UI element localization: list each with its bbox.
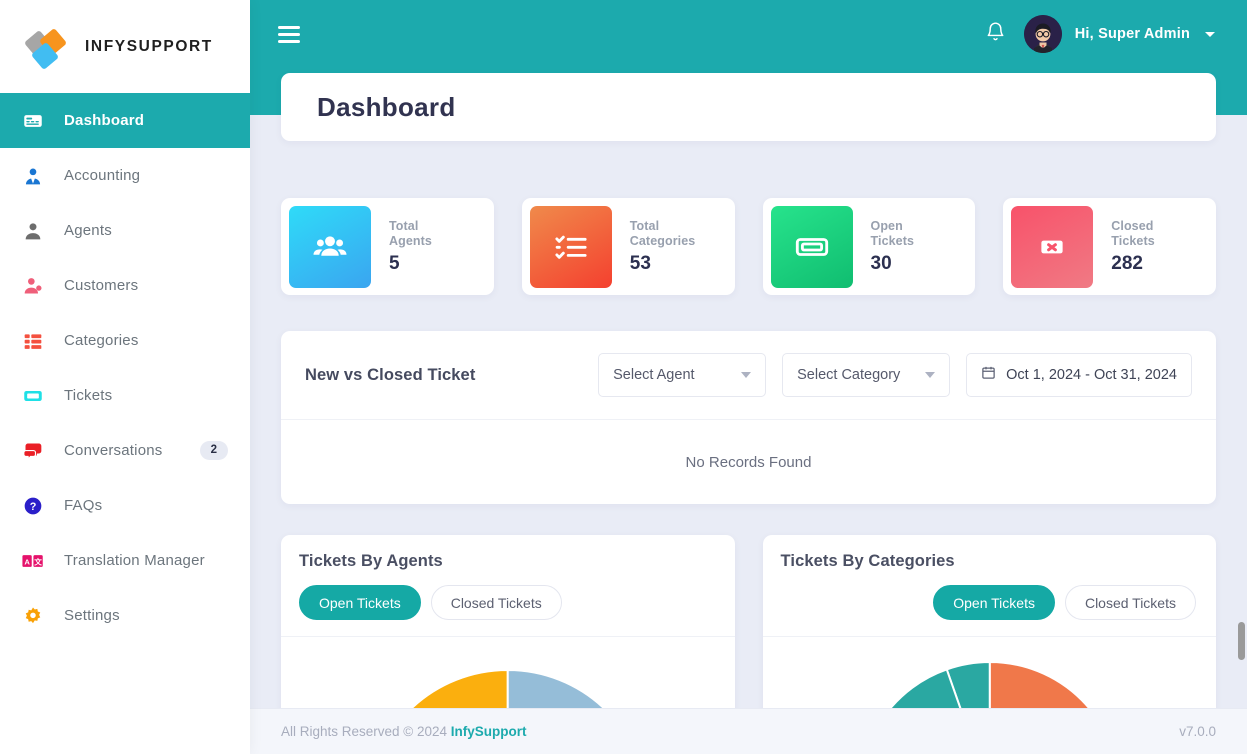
caret-down-icon	[741, 372, 752, 378]
stat-label: Closed Tickets	[1111, 218, 1155, 249]
main-area: Hi, Super Admin Dashboard Total Agents 5…	[250, 0, 1247, 754]
conversations-icon	[22, 440, 44, 462]
sidebar-item-label: Categories	[64, 332, 139, 349]
stat-value: 5	[389, 252, 400, 274]
tab-open-tickets-categories[interactable]: Open Tickets	[933, 585, 1055, 620]
chart-cards: Tickets By Agents Open Tickets Closed Ti…	[281, 535, 1216, 708]
date-range-value: Oct 1, 2024 - Oct 31, 2024	[1006, 367, 1177, 383]
categories-icon	[22, 330, 44, 352]
settings-icon	[22, 605, 44, 627]
users-group-icon	[289, 205, 371, 288]
sidebar-item-accounting[interactable]: Accounting	[0, 148, 250, 203]
tickets-icon	[22, 385, 44, 407]
sidebar-item-label: Tickets	[64, 387, 113, 404]
sidebar-item-label: Conversations	[64, 442, 163, 459]
stat-label: Total Categories	[629, 218, 696, 249]
tickets-by-categories-card: Tickets By Categories Open Tickets Close…	[762, 535, 1217, 708]
ticket-icon	[770, 205, 853, 288]
sidebar-item-label: FAQs	[64, 497, 103, 514]
tab-closed-tickets-categories[interactable]: Closed Tickets	[1064, 585, 1196, 620]
conversations-badge: 2	[199, 440, 228, 461]
sidebar-item-categories[interactable]: Categories	[0, 313, 250, 368]
app-root: INFYSUPPORT Dashboard Accounting Agents	[0, 0, 1247, 754]
tickets-by-agents-card: Tickets By Agents Open Tickets Closed Ti…	[281, 535, 735, 708]
footer-brand-link[interactable]: InfySupport	[451, 724, 527, 739]
new-vs-closed-filters: Select Agent Select Category Oct 1, 2024…	[598, 353, 1192, 397]
tickets-by-agents-title: Tickets By Agents	[299, 552, 443, 570]
sidebar-item-settings[interactable]: Settings	[0, 588, 250, 643]
dashboard-icon	[22, 110, 44, 132]
tab-open-tickets-agents[interactable]: Open Tickets	[299, 585, 421, 620]
new-vs-closed-header: New vs Closed Ticket Select Agent Select…	[281, 331, 1216, 420]
close-ticket-icon	[1011, 205, 1094, 288]
scrollbar-thumb[interactable]	[1238, 622, 1245, 660]
agents-icon	[22, 220, 44, 242]
new-vs-closed-panel: New vs Closed Ticket Select Agent Select…	[281, 331, 1216, 504]
tickets-by-agents-pie[interactable]	[281, 637, 735, 708]
tab-closed-tickets-agents[interactable]: Closed Tickets	[430, 585, 562, 620]
new-vs-closed-title: New vs Closed Ticket	[305, 365, 476, 384]
stat-value: 53	[629, 252, 651, 274]
sidebar-item-agents[interactable]: Agents	[0, 203, 250, 258]
content-scroll-area: Dashboard Total Agents 5 Total Categorie…	[250, 0, 1247, 708]
page-title: Dashboard	[317, 91, 456, 122]
footer-version: v7.0.0	[1179, 724, 1216, 739]
stat-value: 30	[870, 252, 892, 274]
infy-diamond-logo-icon	[23, 26, 68, 70]
select-category-dropdown[interactable]: Select Category	[782, 353, 951, 397]
translation-icon: A文	[22, 550, 44, 572]
brand-name: INFYSUPPORT	[85, 37, 213, 55]
brand-logo[interactable]: INFYSUPPORT	[0, 0, 250, 93]
no-records-message: No Records Found	[685, 453, 812, 471]
checklist-icon	[529, 205, 612, 288]
stat-label: Total Agents	[389, 218, 432, 249]
accounting-icon	[22, 165, 44, 187]
calendar-icon	[981, 365, 996, 385]
stat-label: Open Tickets	[870, 218, 915, 249]
page-scrollbar[interactable]	[1236, 0, 1247, 708]
dashboard-content: Dashboard Total Agents 5 Total Categorie…	[250, 0, 1247, 708]
select-agent-dropdown[interactable]: Select Agent	[598, 353, 767, 397]
footer-rights-text: All Rights Reserved © 2024	[281, 724, 451, 739]
tickets-by-agents-header: Tickets By Agents Open Tickets Closed Ti…	[281, 535, 735, 637]
sidebar-item-faqs[interactable]: ? FAQs	[0, 478, 250, 533]
sidebar-item-tickets[interactable]: Tickets	[0, 368, 250, 423]
date-range-picker[interactable]: Oct 1, 2024 - Oct 31, 2024	[966, 353, 1192, 397]
sidebar-item-label: Settings	[64, 607, 120, 624]
page-title-card: Dashboard	[281, 73, 1216, 141]
faqs-icon: ?	[22, 495, 44, 517]
stat-card-open-tickets[interactable]: Open Tickets 30	[762, 198, 976, 295]
sidebar-item-dashboard[interactable]: Dashboard	[0, 93, 250, 148]
tickets-by-categories-pie[interactable]	[763, 637, 1217, 708]
tickets-by-categories-title: Tickets By Categories	[780, 552, 955, 570]
svg-text:文: 文	[34, 556, 42, 566]
sidebar-item-label: Translation Manager	[64, 552, 205, 569]
caret-down-icon	[925, 372, 936, 378]
new-vs-closed-body: No Records Found	[281, 420, 1216, 504]
stat-card-total-categories[interactable]: Total Categories 53	[521, 198, 735, 295]
sidebar-item-customers[interactable]: Customers	[0, 258, 250, 313]
tickets-by-agents-tabs: Open Tickets Closed Tickets	[299, 585, 562, 620]
sidebar-item-label: Agents	[64, 222, 112, 239]
stat-card-total-agents[interactable]: Total Agents 5	[281, 198, 494, 295]
footer: All Rights Reserved © 2024 InfySupport v…	[250, 708, 1247, 754]
sidebar-item-conversations[interactable]: Conversations 2	[0, 423, 250, 478]
customers-icon	[22, 275, 44, 297]
stat-cards: Total Agents 5 Total Categories 53 Open …	[281, 198, 1216, 295]
svg-text:A: A	[24, 557, 30, 566]
select-agent-value: Select Agent	[613, 367, 695, 383]
tickets-by-categories-tabs: Open Tickets Closed Tickets	[933, 585, 1196, 620]
sidebar-item-label: Dashboard	[64, 112, 145, 129]
sidebar-nav: Dashboard Accounting Agents Customers Ca…	[0, 93, 250, 643]
tickets-by-categories-header: Tickets By Categories Open Tickets Close…	[762, 535, 1216, 637]
sidebar-item-label: Customers	[64, 277, 139, 294]
sidebar-item-translation-manager[interactable]: A文 Translation Manager	[0, 533, 250, 588]
footer-copyright: All Rights Reserved © 2024 InfySupport	[281, 724, 527, 739]
svg-text:?: ?	[30, 501, 37, 513]
select-category-value: Select Category	[797, 367, 901, 383]
sidebar: INFYSUPPORT Dashboard Accounting Agents	[0, 0, 250, 754]
stat-card-closed-tickets[interactable]: Closed Tickets 282	[1003, 198, 1216, 295]
stat-value: 282	[1111, 252, 1143, 274]
sidebar-item-label: Accounting	[64, 167, 141, 184]
